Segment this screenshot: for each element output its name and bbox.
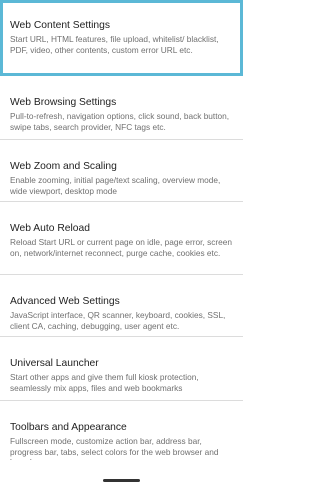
setting-item-universal-launcher[interactable]: Universal Launcher Start other apps and … — [0, 337, 243, 401]
setting-summary: Enable zooming, initial page/text scalin… — [10, 175, 221, 196]
setting-item-toolbars-appearance[interactable]: Toolbars and Appearance Fullscreen mode,… — [0, 401, 243, 460]
setting-summary: Start other apps and give them full kios… — [10, 372, 199, 393]
setting-summary: Fullscreen mode, customize action bar, a… — [10, 436, 219, 460]
setting-item-advanced-web[interactable]: Advanced Web Settings JavaScript interfa… — [0, 275, 243, 337]
setting-summary: Start URL, HTML features, file upload, w… — [10, 34, 219, 55]
home-indicator[interactable] — [103, 479, 140, 482]
setting-summary: JavaScript interface, QR scanner, keyboa… — [10, 310, 226, 331]
setting-summary: Pull-to-refresh, navigation options, cli… — [10, 111, 230, 132]
navigation-bar — [0, 460, 243, 486]
setting-title: Web Content Settings — [10, 20, 110, 31]
setting-title: Advanced Web Settings — [10, 296, 120, 307]
setting-item-web-content[interactable]: Web Content Settings Start URL, HTML fea… — [0, 0, 243, 76]
setting-item-web-auto-reload[interactable]: Web Auto Reload Reload Start URL or curr… — [0, 202, 243, 275]
setting-title: Web Browsing Settings — [10, 97, 117, 108]
setting-title: Web Auto Reload — [10, 223, 90, 234]
setting-summary: Reload Start URL or current page on idle… — [10, 237, 232, 258]
setting-title: Universal Launcher — [10, 358, 99, 369]
setting-item-web-zoom[interactable]: Web Zoom and Scaling Enable zooming, ini… — [0, 140, 243, 202]
setting-title: Toolbars and Appearance — [10, 422, 127, 433]
setting-title: Web Zoom and Scaling — [10, 161, 117, 172]
settings-list: Web Content Settings Start URL, HTML fea… — [0, 0, 243, 460]
setting-item-web-browsing[interactable]: Web Browsing Settings Pull-to-refresh, n… — [0, 76, 243, 140]
